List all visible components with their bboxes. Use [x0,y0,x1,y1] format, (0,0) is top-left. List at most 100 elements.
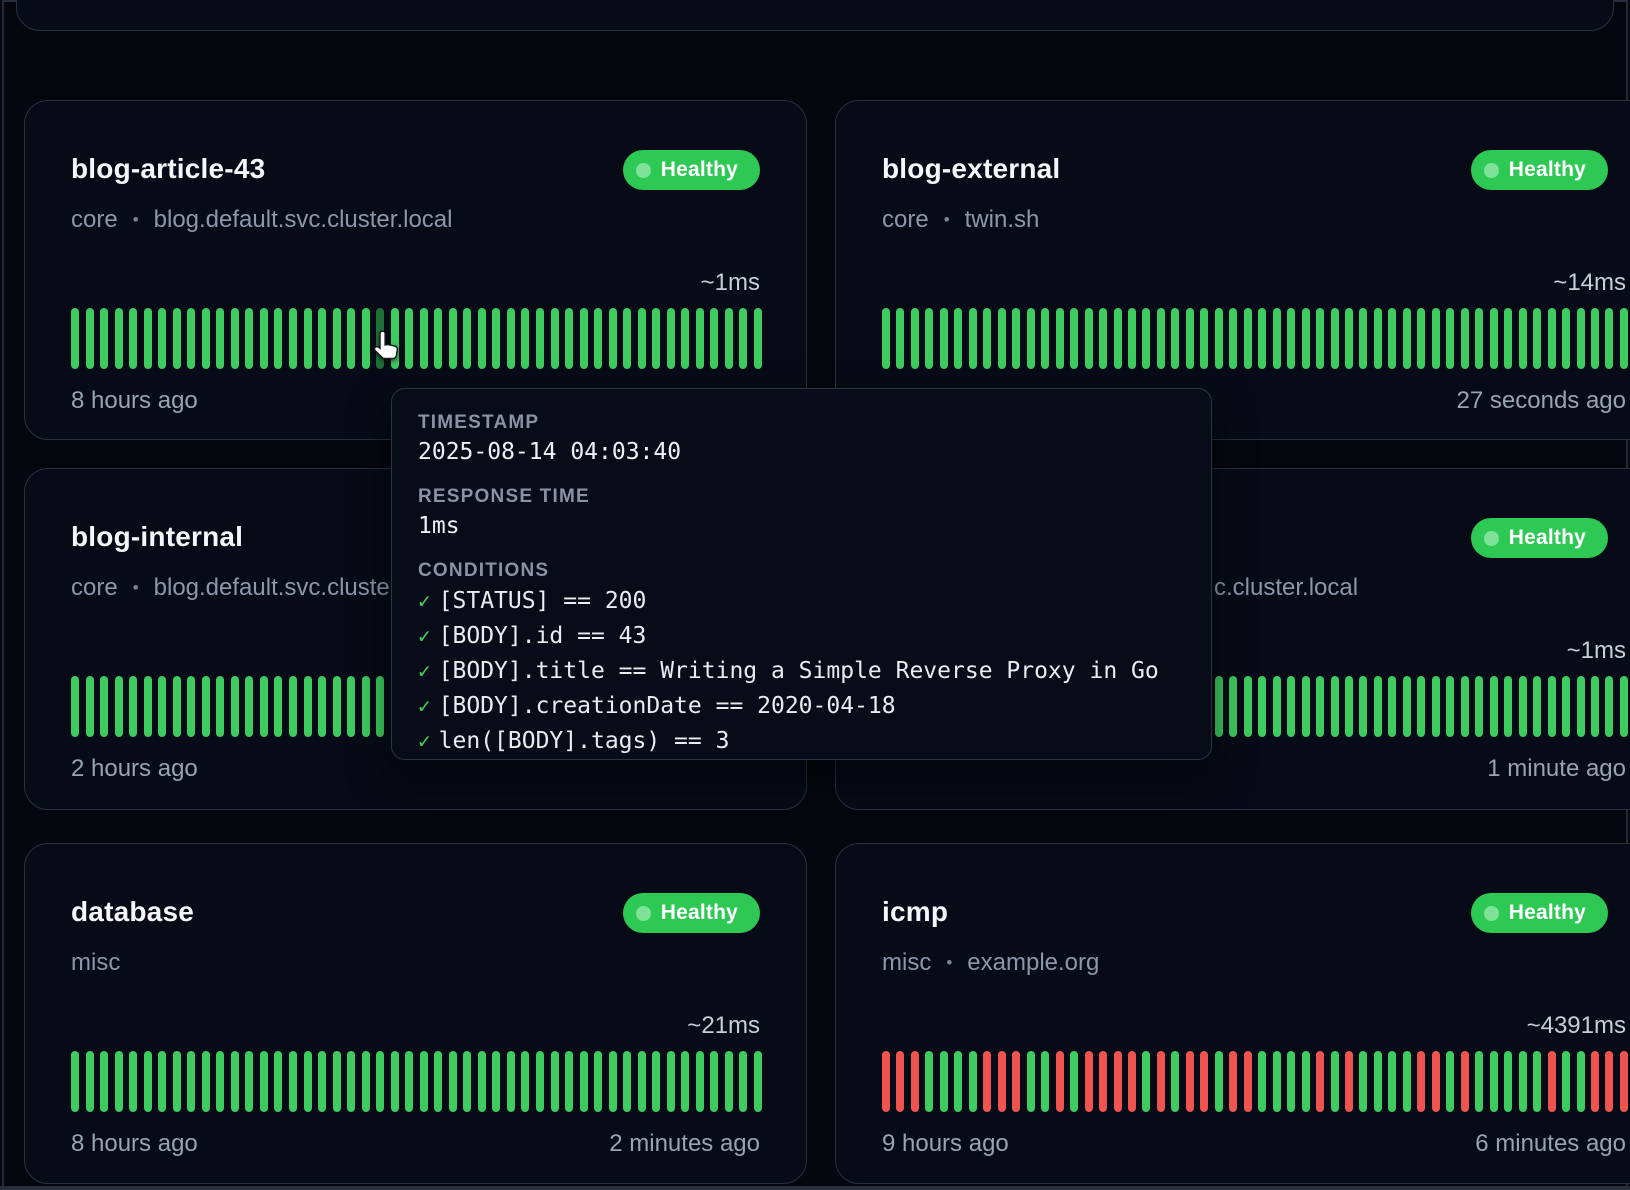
uptime-bar[interactable] [1258,676,1266,737]
uptime-bar[interactable] [318,308,326,369]
uptime-bar[interactable] [1316,1051,1324,1112]
uptime-bar[interactable] [1490,1051,1498,1112]
uptime-bar[interactable] [1446,1051,1454,1112]
uptime-bar[interactable] [86,676,94,737]
uptime-bar[interactable] [1114,308,1122,369]
uptime-bar[interactable] [144,1051,152,1112]
uptime-bar[interactable] [1475,1051,1483,1112]
uptime-bar[interactable] [1519,1051,1527,1112]
uptime-bar[interactable] [652,308,660,369]
uptime-bar[interactable] [1345,1051,1353,1112]
uptime-bar[interactable] [405,1051,413,1112]
uptime-bar[interactable] [1200,1051,1208,1112]
uptime-bar[interactable] [245,308,253,369]
uptime-bar[interactable] [1417,676,1425,737]
uptime-bar[interactable] [1548,1051,1556,1112]
uptime-bar[interactable] [304,1051,312,1112]
uptime-bar[interactable] [173,676,181,737]
uptime-bar[interactable] [1215,1051,1223,1112]
uptime-bar[interactable] [1114,1051,1122,1112]
uptime-bar[interactable] [882,308,890,369]
uptime-bar[interactable] [86,1051,94,1112]
uptime-bar[interactable] [1388,1051,1396,1112]
uptime-bar[interactable] [1302,1051,1310,1112]
uptime-bar[interactable] [1533,1051,1541,1112]
uptime-bar[interactable] [969,1051,977,1112]
uptime-bar[interactable] [274,1051,282,1112]
uptime-bar[interactable] [158,1051,166,1112]
uptime-bar[interactable] [260,676,268,737]
uptime-bar[interactable] [1331,676,1339,737]
uptime-bar[interactable] [1128,1051,1136,1112]
uptime-bar[interactable] [1519,308,1527,369]
uptime-bar[interactable] [304,676,312,737]
uptime-bar[interactable] [754,308,762,369]
uptime-bar[interactable] [115,1051,123,1112]
uptime-bar[interactable] [1620,1051,1628,1112]
uptime-bar[interactable] [1056,1051,1064,1112]
uptime-bar[interactable] [1432,308,1440,369]
uptime-bar[interactable] [144,676,152,737]
uptime-bar[interactable] [434,308,442,369]
uptime-bar[interactable] [1562,676,1570,737]
uptime-bar[interactable] [1562,308,1570,369]
uptime-bar[interactable] [1070,308,1078,369]
uptime-bar[interactable] [739,308,747,369]
uptime-bar[interactable] [1012,1051,1020,1112]
uptime-bar[interactable] [129,676,137,737]
uptime-bar[interactable] [521,308,529,369]
uptime-bar[interactable] [1171,308,1179,369]
uptime-bar[interactable] [983,1051,991,1112]
uptime-bar[interactable] [1200,308,1208,369]
uptime-bar[interactable] [376,676,384,737]
uptime-bar[interactable] [998,1051,1006,1112]
uptime-bar[interactable] [725,308,733,369]
uptime-bar[interactable] [1533,676,1541,737]
uptime-bar[interactable] [129,308,137,369]
uptime-bar[interactable] [260,1051,268,1112]
uptime-bar[interactable] [100,676,108,737]
uptime-bar[interactable] [1287,308,1295,369]
uptime-bar[interactable] [1577,308,1585,369]
uptime-bar[interactable] [1562,1051,1570,1112]
uptime-bar[interactable] [289,308,297,369]
uptime-bar[interactable] [1403,308,1411,369]
uptime-bar[interactable] [260,308,268,369]
uptime-bar[interactable] [202,308,210,369]
uptime-bar[interactable] [158,308,166,369]
uptime-bar[interactable] [710,308,718,369]
uptime-bar[interactable] [478,308,486,369]
uptime-bar[interactable] [187,676,195,737]
uptime-bar[interactable] [391,1051,399,1112]
uptime-bar[interactable] [115,308,123,369]
uptime-bar[interactable] [289,1051,297,1112]
uptime-bar[interactable] [463,1051,471,1112]
uptime-bar[interactable] [1215,308,1223,369]
uptime-bar[interactable] [1027,1051,1035,1112]
uptime-bar[interactable] [478,1051,486,1112]
uptime-bar[interactable] [896,308,904,369]
uptime-bar[interactable] [1345,676,1353,737]
uptime-bar[interactable] [623,1051,631,1112]
uptime-bar[interactable] [1359,1051,1367,1112]
uptime-bar[interactable] [362,676,370,737]
uptime-bar[interactable] [1504,308,1512,369]
uptime-bar[interactable] [173,1051,181,1112]
uptime-bar[interactable] [158,676,166,737]
uptime-bar[interactable] [333,1051,341,1112]
uptime-bar[interactable] [1287,1051,1295,1112]
uptime-bar[interactable] [216,1051,224,1112]
uptime-bar[interactable] [507,308,515,369]
uptime-bar[interactable] [129,1051,137,1112]
uptime-bar[interactable] [911,1051,919,1112]
uptime-bar[interactable] [1605,308,1613,369]
uptime-bar[interactable] [1345,308,1353,369]
uptime-bar[interactable] [696,308,704,369]
uptime-bar[interactable] [1316,676,1324,737]
uptime-bar[interactable] [1432,676,1440,737]
uptime-bar[interactable] [940,308,948,369]
uptime-bar[interactable] [1461,676,1469,737]
uptime-bar[interactable] [202,676,210,737]
uptime-bar[interactable] [1374,308,1382,369]
uptime-bar[interactable] [1519,676,1527,737]
